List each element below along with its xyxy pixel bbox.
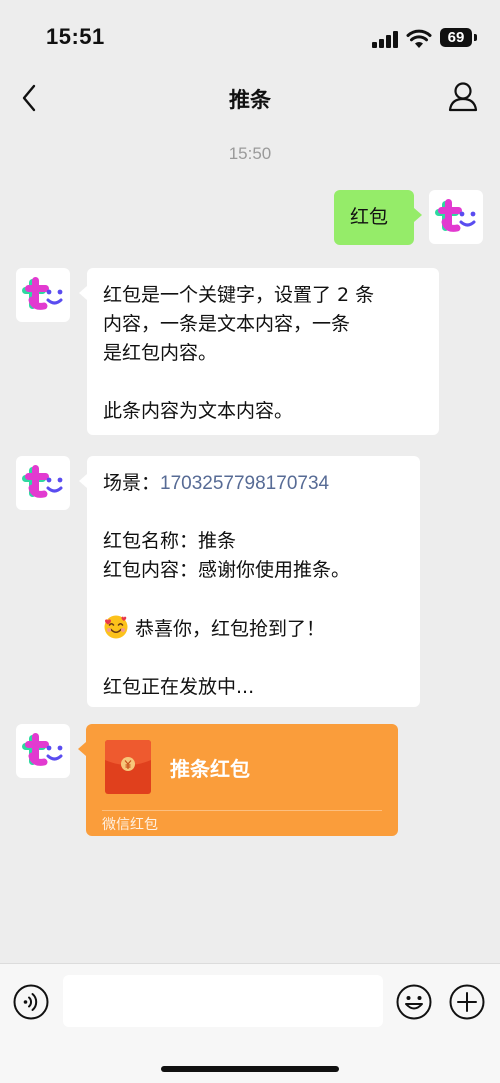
person-icon	[448, 82, 478, 112]
more-button[interactable]	[449, 984, 485, 1020]
bot-avatar[interactable]	[16, 268, 70, 322]
chat-timestamp: 15:50	[228, 144, 272, 163]
message-text-line: 红包是一个关键字，设置了 2 条	[103, 284, 375, 306]
nav-bar: 推条	[0, 70, 500, 126]
scene-label: 场景：	[103, 472, 161, 494]
input-bar	[0, 963, 500, 1083]
packet-content-line: 红包内容：感谢你使用推条。	[103, 559, 351, 581]
red-packet-divider	[102, 810, 382, 811]
wifi-icon	[406, 29, 432, 48]
smiling-face-with-hearts-emoji	[104, 615, 128, 639]
outgoing-message[interactable]: 红包	[334, 190, 422, 245]
red-packet-icon	[105, 740, 151, 794]
incoming-message[interactable]: 场景：1703257798170734 红包名称：推条 红包内容：感谢你使用推条…	[79, 456, 420, 707]
message-text-line: 此条内容为文本内容。	[103, 400, 294, 422]
message-text-line: 内容，一条是文本内容，一条	[103, 313, 351, 335]
congrats-text: 恭喜你，红包抢到了！	[135, 618, 326, 640]
incoming-message[interactable]: 红包是一个关键字，设置了 2 条 内容，一条是文本内容，一条 是红包内容。 此条…	[79, 268, 439, 435]
tuitiao-logo-icon	[22, 277, 63, 310]
bot-avatar[interactable]	[16, 456, 70, 510]
cellular-signal-icon	[372, 30, 400, 48]
chat-info-button[interactable]	[444, 78, 482, 116]
tuitiao-logo-icon	[435, 199, 476, 232]
tuitiao-logo-icon	[22, 465, 63, 498]
message-input[interactable]	[63, 975, 383, 1027]
battery-tip	[474, 34, 477, 41]
plus-icon	[449, 984, 485, 1020]
status-time: 15:51	[46, 24, 105, 49]
home-indicator	[161, 1066, 339, 1072]
battery-indicator: 69	[440, 28, 472, 47]
distributing-line: 红包正在发放中...	[103, 676, 255, 698]
voice-button[interactable]	[13, 984, 49, 1020]
chat-title: 推条	[229, 88, 271, 112]
yuan-coin-icon	[105, 740, 151, 771]
scene-id-link[interactable]: 1703257798170734	[160, 473, 329, 494]
red-packet-message[interactable]: 推条红包 微信红包	[78, 724, 398, 836]
packet-name-line: 红包名称：推条	[103, 530, 237, 552]
red-packet-title: 推条红包	[170, 757, 250, 781]
voice-icon	[13, 984, 49, 1020]
red-packet-footer: 微信红包	[102, 817, 158, 833]
chat-screen: 15:51 69 推条 15:50 红包 红包是一个关键字，设置了 2 条 内容…	[0, 0, 500, 1083]
tuitiao-logo-icon	[22, 733, 63, 766]
emoji-button[interactable]	[396, 984, 432, 1020]
my-avatar[interactable]	[429, 190, 483, 244]
message-text-line: 是红包内容。	[103, 342, 218, 364]
emoji-icon	[396, 984, 432, 1020]
bot-avatar[interactable]	[16, 724, 70, 778]
outgoing-message-text: 红包	[350, 206, 389, 228]
scene-line: 场景：1703257798170734	[103, 469, 410, 498]
congrats-line: 恭喜你，红包抢到了！	[103, 614, 410, 644]
status-bar: 15:51 69	[0, 0, 500, 70]
